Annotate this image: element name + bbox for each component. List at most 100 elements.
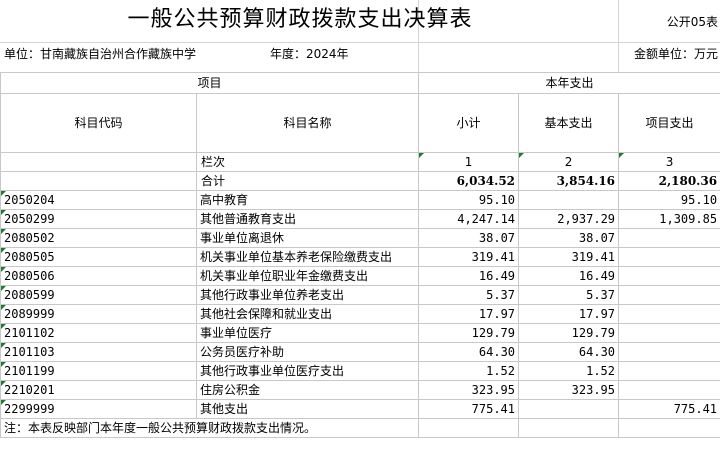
row-project (618, 380, 720, 400)
row-code: 2299999 (0, 399, 197, 419)
row-code: 2050204 (0, 190, 197, 210)
comment-marker-icon (1, 229, 6, 234)
row-subtotal: 323.95 (418, 380, 520, 400)
spreadsheet-sheet: 一般公共预算财政拨款支出决算表 公开05表 单位：甘南藏族自治州合作藏族中学 年… (0, 0, 720, 458)
table-row: 2101102 事业单位医疗 129.79 129.79 (0, 323, 720, 343)
comment-marker-icon (519, 153, 525, 158)
row-code: 2101102 (0, 323, 197, 343)
column-index-1: 1 (418, 152, 520, 172)
grid-line (618, 0, 619, 72)
row-subtotal: 4,247.14 (418, 209, 520, 229)
row-subtotal: 17.97 (418, 304, 520, 324)
comment-marker-icon (1, 267, 6, 272)
row-subtotal: 1.52 (418, 361, 520, 381)
row-code: 2080502 (0, 228, 197, 248)
row-project (618, 304, 720, 324)
year-label: 年度：2024年 (270, 47, 349, 61)
row-basic: 38.07 (518, 228, 620, 248)
table-note: 注：本表反映部门本年度一般公共预算财政拨款支出情况。 (0, 418, 420, 438)
row-name: 机关事业单位职业年金缴费支出 (195, 266, 420, 286)
unit-label: 单位：甘南藏族自治州合作藏族中学 (4, 47, 197, 61)
row-project: 95.10 (618, 190, 720, 210)
table-row: 2080506 机关事业单位职业年金缴费支出 16.49 16.49 (0, 266, 720, 286)
row-basic: 17.97 (518, 304, 620, 324)
header-row-top: 项目 本年支出 (0, 72, 720, 94)
row-subtotal: 775.41 (418, 399, 520, 419)
row-basic: 16.49 (518, 266, 620, 286)
row-project (618, 228, 720, 248)
comment-marker-icon (1, 381, 6, 386)
row-name: 其他社会保障和就业支出 (195, 304, 420, 324)
row-subtotal: 64.30 (418, 342, 520, 362)
table-row: 2080502 事业单位离退休 38.07 38.07 (0, 228, 720, 248)
comment-marker-icon (1, 362, 6, 367)
blank-cell (518, 418, 620, 438)
comment-marker-icon (619, 153, 625, 158)
row-code: 2080599 (0, 285, 197, 305)
table-row: 2101199 其他行政事业单位医疗支出 1.52 1.52 (0, 361, 720, 381)
row-basic: 129.79 (518, 323, 620, 343)
header-basic: 基本支出 (518, 93, 620, 153)
row-project: 1,309.85 (618, 209, 720, 229)
table-row: 2080505 机关事业单位基本养老保险缴费支出 319.41 319.41 (0, 247, 720, 267)
table-row: 2080599 其他行政事业单位养老支出 5.37 5.37 (0, 285, 720, 305)
comment-marker-icon (419, 153, 425, 158)
total-subtotal: 6,034.52 (418, 171, 520, 191)
row-code: 2101199 (0, 361, 197, 381)
table-row: 2089999 其他社会保障和就业支出 17.97 17.97 (0, 304, 720, 324)
row-project (618, 323, 720, 343)
row-basic: 64.30 (518, 342, 620, 362)
row-name: 事业单位医疗 (195, 323, 420, 343)
row-subtotal: 16.49 (418, 266, 520, 286)
row-project (618, 266, 720, 286)
row-name: 其他支出 (195, 399, 420, 419)
total-project: 2,180.36 (618, 171, 720, 191)
expense-table: 项目 本年支出 科目代码 科目名称 小计 基本支出 项目支出 栏次 1 2 3 … (0, 72, 720, 438)
header-row-columns: 科目代码 科目名称 小计 基本支出 项目支出 (0, 93, 720, 153)
comment-marker-icon (1, 286, 6, 291)
form-code: 公开05表 (666, 15, 718, 29)
row-code: 2101103 (0, 342, 197, 362)
blank-cell (618, 418, 720, 438)
row-code: 2089999 (0, 304, 197, 324)
comment-marker-icon (1, 305, 6, 310)
header-subtotal: 小计 (418, 93, 520, 153)
row-name: 公务员医疗补助 (195, 342, 420, 362)
row-project (618, 342, 720, 362)
row-name: 事业单位离退休 (195, 228, 420, 248)
column-index-2: 2 (518, 152, 620, 172)
blank-cell (0, 171, 197, 191)
row-code: 2080505 (0, 247, 197, 267)
header-project: 项目支出 (618, 93, 720, 153)
row-basic (518, 399, 620, 419)
header-item: 项目 (0, 72, 420, 94)
total-basic: 3,854.16 (518, 171, 620, 191)
comment-marker-icon (1, 343, 6, 348)
row-name: 其他普通教育支出 (195, 209, 420, 229)
row-basic (518, 190, 620, 210)
row-name: 机关事业单位基本养老保险缴费支出 (195, 247, 420, 267)
row-code: 2050299 (0, 209, 197, 229)
row-code: 2080506 (0, 266, 197, 286)
row-name: 高中教育 (195, 190, 420, 210)
row-project (618, 285, 720, 305)
row-basic: 319.41 (518, 247, 620, 267)
table-row: 2050204 高中教育 95.10 95.10 (0, 190, 720, 210)
row-basic: 2,937.29 (518, 209, 620, 229)
comment-marker-icon (1, 191, 6, 196)
header-name: 科目名称 (195, 93, 420, 153)
column-index-label: 栏次 (195, 152, 420, 172)
row-subtotal: 38.07 (418, 228, 520, 248)
column-index-row: 栏次 1 2 3 (0, 152, 720, 172)
total-row: 合计 6,034.52 3,854.16 2,180.36 (0, 171, 720, 191)
row-subtotal: 95.10 (418, 190, 520, 210)
row-name: 其他行政事业单位医疗支出 (195, 361, 420, 381)
row-basic: 5.37 (518, 285, 620, 305)
table-row: 2101103 公务员医疗补助 64.30 64.30 (0, 342, 720, 362)
row-basic: 323.95 (518, 380, 620, 400)
comment-marker-icon (1, 400, 6, 405)
row-code: 2210201 (0, 380, 197, 400)
column-index-3: 3 (618, 152, 720, 172)
blank-cell (0, 152, 197, 172)
total-label: 合计 (195, 171, 420, 191)
